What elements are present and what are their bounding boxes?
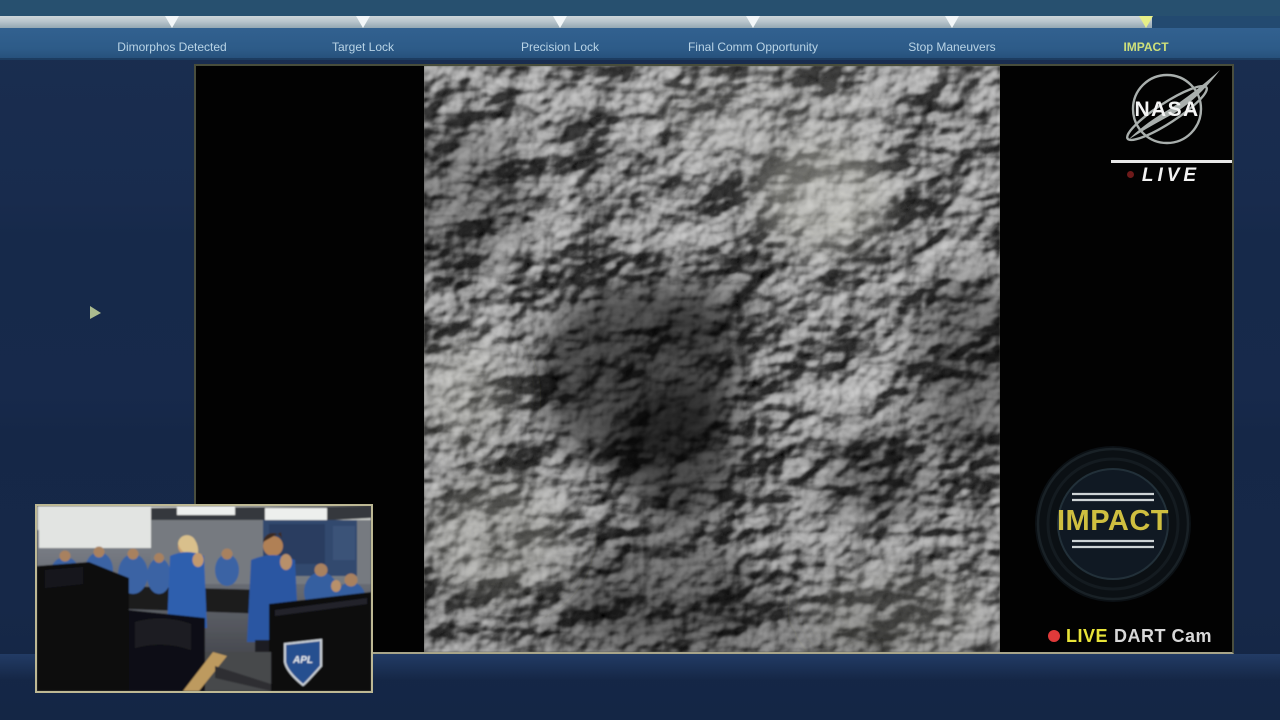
svg-text:IMPACT: IMPACT [1057,505,1169,537]
svg-text:APL: APL [292,655,313,666]
svg-text:NASA: NASA [1134,98,1199,121]
